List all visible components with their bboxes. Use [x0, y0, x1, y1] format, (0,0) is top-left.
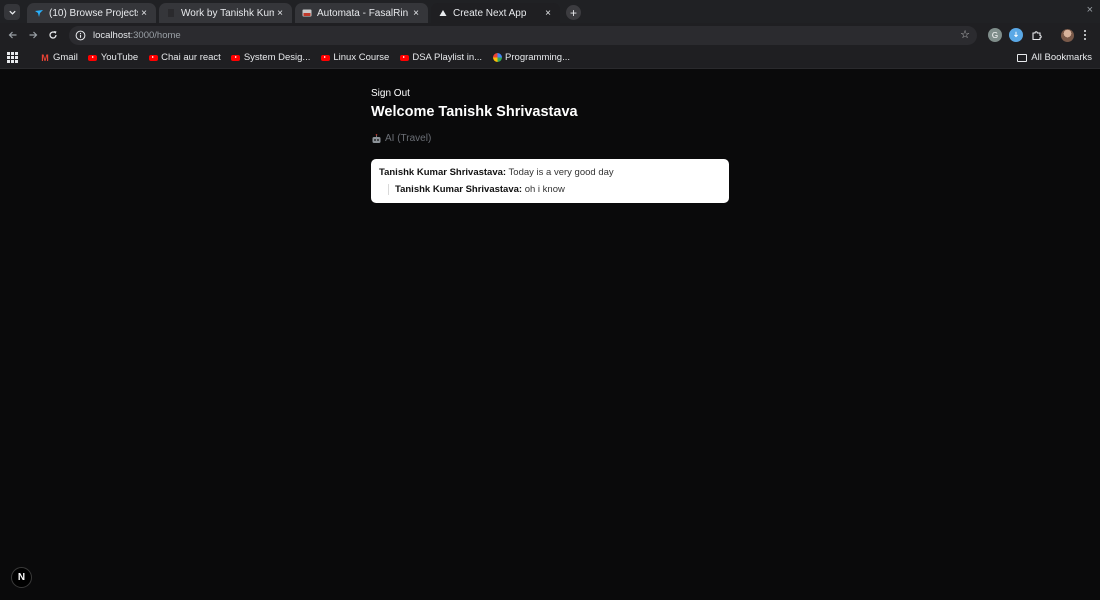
site-info-icon[interactable]: [74, 29, 86, 41]
new-tab-button[interactable]: +: [566, 5, 581, 20]
sign-out-link[interactable]: Sign Out: [371, 88, 410, 99]
post: Tanishk Kumar Shrivastava: Today is a ve…: [379, 167, 721, 178]
arrow-right-icon: [29, 31, 38, 39]
bookmark-dsa-playlist[interactable]: DSA Playlist in...: [399, 52, 482, 63]
back-button[interactable]: [3, 25, 23, 45]
blank-page-icon: [166, 8, 176, 18]
folder-icon: [1017, 53, 1028, 62]
google-icon: [492, 53, 502, 63]
reply: Tanishk Kumar Shrivastava: oh i know: [395, 184, 721, 195]
bookmark-label: Programming...: [505, 52, 570, 63]
tab-browse-projects[interactable]: (10) Browse Projects | F ×: [27, 3, 156, 23]
bookmarks-bar: M Gmail YouTube Chai aur react System De…: [0, 47, 1100, 69]
page-title: Welcome Tanishk Shrivastava: [371, 104, 578, 120]
tab-search-button[interactable]: [4, 4, 20, 20]
bookmark-linux-course[interactable]: Linux Course: [320, 52, 389, 63]
youtube-icon: [88, 53, 98, 63]
all-bookmarks-button[interactable]: All Bookmarks: [1017, 52, 1092, 63]
tab-close-icon[interactable]: ×: [274, 7, 286, 19]
main-content: Sign Out Welcome Tanishk Shrivastava AI …: [371, 83, 729, 203]
reply-thread: Tanishk Kumar Shrivastava: oh i know: [388, 184, 721, 195]
bookmark-label: Linux Course: [333, 52, 390, 63]
nextjs-dev-indicator[interactable]: N: [11, 567, 32, 588]
dark-reader-extension-icon[interactable]: [1009, 28, 1023, 42]
bookmark-label: DSA Playlist in...: [412, 52, 483, 63]
tab-close-icon[interactable]: ×: [138, 7, 150, 19]
apps-grid-icon[interactable]: [7, 51, 19, 64]
next-triangle-icon: [438, 8, 448, 18]
browser-menu-icon[interactable]: [1080, 30, 1090, 40]
bookmark-label: System Desig...: [243, 52, 311, 63]
youtube-icon: [399, 53, 409, 63]
extensions-puzzle-icon[interactable]: [1030, 28, 1044, 42]
post-text: Today is a very good day: [508, 167, 614, 178]
all-bookmarks-label: All Bookmarks: [1031, 52, 1092, 63]
image-thumbnail-icon: [302, 8, 312, 18]
tab-title: Create Next App: [453, 7, 527, 19]
reload-icon: [49, 31, 57, 39]
bookmark-youtube[interactable]: YouTube: [88, 52, 138, 63]
bookmark-label: Chai aur react: [161, 52, 221, 63]
tab-strip: (10) Browse Projects | F × Work by Tanis…: [0, 0, 1100, 23]
tab-create-next-app[interactable]: Create Next App ×: [431, 3, 560, 23]
reply-author: Tanishk Kumar Shrivastava:: [395, 184, 523, 195]
arrow-left-icon: [8, 31, 17, 39]
bookmark-system-design[interactable]: System Desig...: [231, 52, 311, 63]
tab-work-by-tanishk[interactable]: Work by Tanishk Kumar ×: [159, 3, 292, 23]
grammarly-extension-icon[interactable]: G: [988, 28, 1002, 42]
url-path: :3000/home: [130, 29, 181, 41]
address-bar[interactable]: localhost:3000/home ☆: [69, 25, 977, 45]
category-label: AI (Travel): [371, 133, 729, 144]
gmail-icon: M: [41, 52, 49, 63]
tab-close-icon[interactable]: ×: [410, 7, 422, 19]
bookmark-gmail[interactable]: M Gmail: [40, 52, 78, 63]
forward-button[interactable]: [23, 25, 43, 45]
tab-close-icon[interactable]: ×: [542, 7, 554, 19]
tab-title: (10) Browse Projects | F: [49, 7, 138, 19]
bookmark-programming[interactable]: Programming...: [492, 52, 570, 63]
category-text: AI (Travel): [385, 133, 432, 144]
tab-automata[interactable]: Automata - FasalRin Au ×: [295, 3, 428, 23]
profile-avatar[interactable]: [1061, 28, 1074, 42]
tab-title: Automata - FasalRin Au: [317, 7, 410, 19]
post-card: Tanishk Kumar Shrivastava: Today is a ve…: [371, 159, 729, 203]
window-close-icon[interactable]: ×: [1087, 4, 1093, 16]
post-author: Tanishk Kumar Shrivastava:: [379, 167, 507, 178]
url-text: localhost:3000/home: [93, 30, 181, 41]
tab-title: Work by Tanishk Kumar: [181, 7, 274, 19]
reload-button[interactable]: [43, 25, 63, 45]
page-viewport: Sign Out Welcome Tanishk Shrivastava AI …: [0, 69, 1100, 599]
youtube-icon: [320, 53, 330, 63]
browser-toolbar: localhost:3000/home ☆ G: [0, 23, 1100, 47]
freelancer-bird-icon: [34, 8, 44, 18]
bookmark-label: Gmail: [53, 52, 78, 63]
bookmark-chai-aur-react[interactable]: Chai aur react: [148, 52, 221, 63]
chevron-down-icon: [8, 10, 16, 15]
reply-text: oh i know: [524, 184, 565, 195]
youtube-icon: [148, 53, 158, 63]
youtube-icon: [231, 53, 241, 63]
url-host: localhost: [93, 29, 131, 41]
bookmark-star-icon[interactable]: ☆: [960, 28, 970, 41]
bookmark-label: YouTube: [100, 52, 139, 63]
robot-icon: [371, 133, 382, 144]
